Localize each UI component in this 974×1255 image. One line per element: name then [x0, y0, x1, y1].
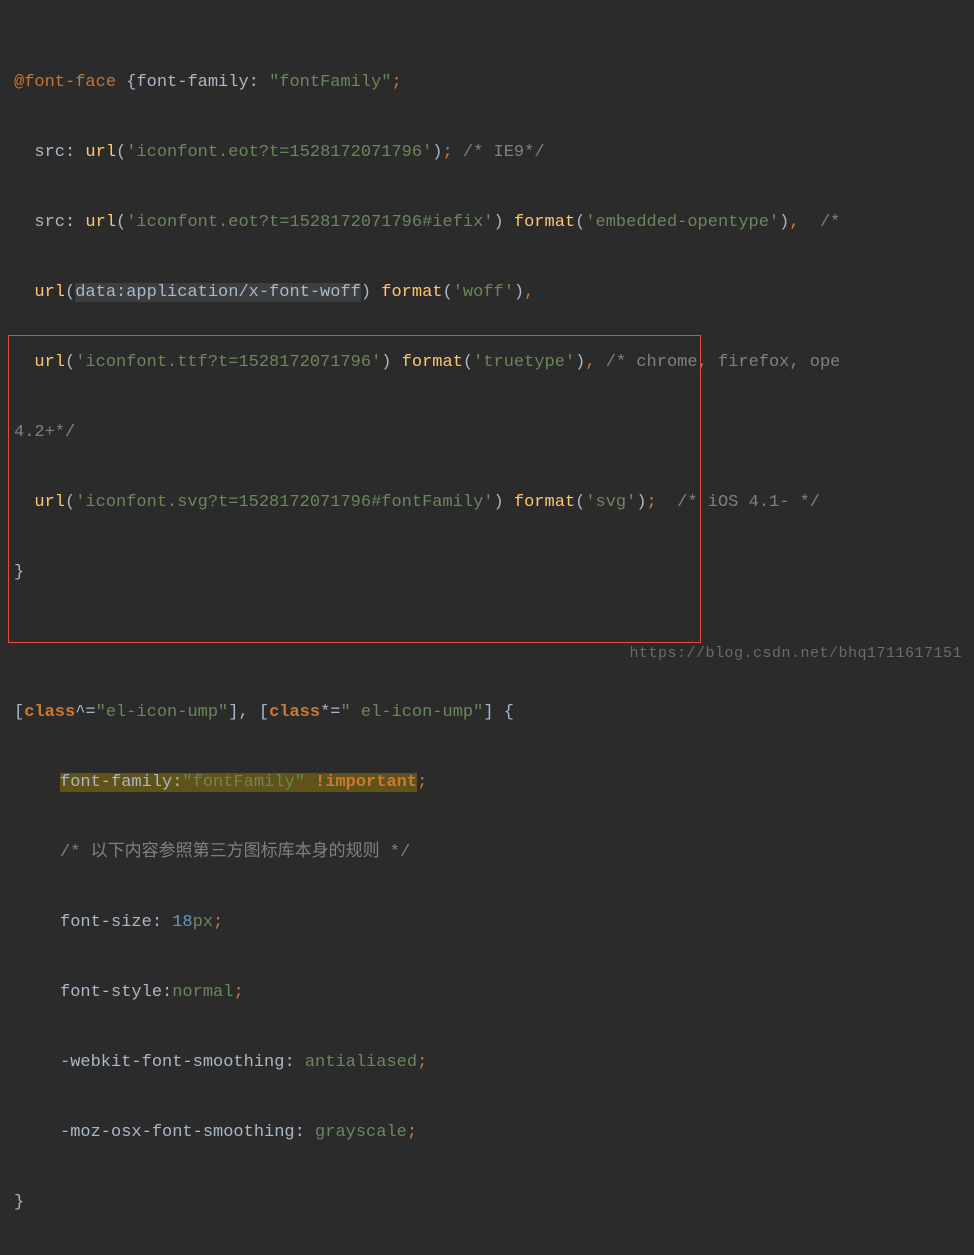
watermark: https://blog.csdn.net/bhq1711617151: [629, 636, 962, 671]
code-line: 4.2+*/: [14, 415, 974, 450]
code-line: font-size: 18px;: [14, 905, 974, 940]
code-line: }: [14, 555, 974, 590]
code-line: url(data:application/x-font-woff) format…: [14, 275, 974, 310]
code-line: src: url('iconfont.eot?t=1528172071796')…: [14, 135, 974, 170]
code-line: font-style:normal;: [14, 975, 974, 1010]
code-line: -webkit-font-smoothing: antialiased;: [14, 1045, 974, 1080]
code-line: url('iconfont.ttf?t=1528172071796') form…: [14, 345, 974, 380]
code-line: @font-face {font-family: "fontFamily";: [14, 65, 974, 100]
code-line: /* 以下内容参照第三方图标库本身的规则 */: [14, 835, 974, 870]
code-line: }: [14, 1185, 974, 1220]
code-line: font-family:"fontFamily" !important;: [14, 765, 974, 800]
code-line: src: url('iconfont.eot?t=1528172071796#i…: [14, 205, 974, 240]
code-line: -moz-osx-font-smoothing: grayscale;: [14, 1115, 974, 1150]
code-line: [class^="el-icon-ump"], [class*=" el-ico…: [14, 695, 974, 730]
code-line: url('iconfont.svg?t=1528172071796#fontFa…: [14, 485, 974, 520]
